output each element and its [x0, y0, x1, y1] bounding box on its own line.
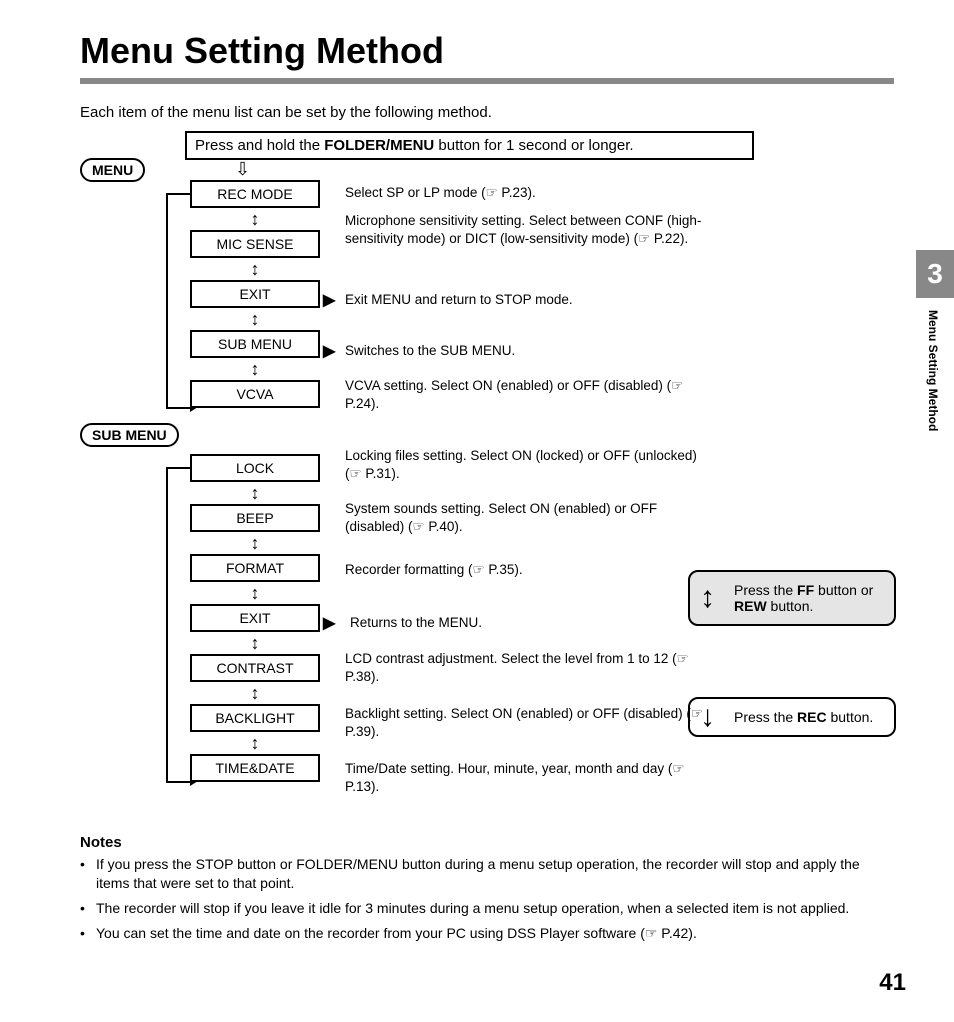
- step-suffix: button for 1 second or longer.: [434, 137, 633, 154]
- note-item: The recorder will stop if you leave it i…: [80, 899, 894, 918]
- section-number-tab: 3: [916, 250, 954, 298]
- right-arrow-icon: ▶: [323, 341, 335, 361]
- down-arrow-icon: ↓: [700, 700, 715, 734]
- menu-item-sub-menu: SUB MENU: [190, 330, 320, 358]
- step-bold: FOLDER/MENU: [324, 137, 434, 154]
- hint-rec-text: Press the REC button.: [734, 709, 873, 725]
- updown-arrow-icon: ↕: [700, 581, 715, 615]
- notes-heading: Notes: [80, 834, 894, 851]
- desc-mic-sense: Microphone sensitivity setting. Select b…: [345, 212, 705, 248]
- submenu-loop: [166, 467, 190, 783]
- menu-item-mic-sense: MIC SENSE: [190, 230, 320, 258]
- submenu-item-lock: LOCK: [190, 454, 320, 482]
- submenu-item-exit: EXIT: [190, 604, 320, 632]
- menu-label: MENU: [80, 158, 145, 182]
- intro-text: Each item of the menu list can be set by…: [80, 104, 894, 121]
- step-instruction: Press and hold the FOLDER/MENU button fo…: [185, 131, 754, 160]
- desc-backlight: Backlight setting. Select ON (enabled) o…: [345, 705, 705, 741]
- title-rule: [80, 78, 894, 84]
- submenu-item-timedate: TIME&DATE: [190, 754, 320, 782]
- menu-item-vcva: VCVA: [190, 380, 320, 408]
- updown-arrow-icon: ↕: [190, 210, 320, 228]
- menu-loop: [166, 193, 190, 409]
- desc-beep: System sounds setting. Select ON (enable…: [345, 500, 705, 536]
- note-item: You can set the time and date on the rec…: [80, 924, 894, 943]
- step-prefix: Press and hold the: [195, 137, 324, 154]
- updown-arrow-icon: ↕: [190, 634, 320, 652]
- updown-arrow-icon: ↕: [190, 310, 320, 328]
- desc-sub-menu: Switches to the SUB MENU.: [345, 342, 705, 360]
- page-number: 41: [879, 969, 906, 997]
- desc-format: Recorder formatting (☞ P.35).: [345, 561, 705, 579]
- updown-arrow-icon: ↕: [190, 260, 320, 278]
- desc-lock: Locking files setting. Select ON (locked…: [345, 447, 705, 483]
- submenu-item-beep: BEEP: [190, 504, 320, 532]
- updown-arrow-icon: ↕: [190, 360, 320, 378]
- right-arrow-icon: ▶: [323, 613, 335, 633]
- desc-rec-mode: Select SP or LP mode (☞ P.23).: [345, 184, 705, 202]
- updown-arrow-icon: ↕: [190, 584, 320, 602]
- menu-diagram: ⇩ MENU REC MODE ↕ MIC SENSE ↕ EXIT ↕ SUB…: [80, 164, 894, 824]
- hint-nav-text: Press the FF button or REW button.: [734, 582, 873, 614]
- desc-vcva: VCVA setting. Select ON (enabled) or OFF…: [345, 377, 705, 413]
- desc-exit: Exit MENU and return to STOP mode.: [345, 291, 705, 309]
- submenu-item-contrast: CONTRAST: [190, 654, 320, 682]
- submenu-item-backlight: BACKLIGHT: [190, 704, 320, 732]
- note-item: If you press the STOP button or FOLDER/M…: [80, 855, 894, 893]
- hint-ff-rew: ↕ Press the FF button or REW button.: [688, 570, 896, 626]
- submenu-label: SUB MENU: [80, 423, 179, 447]
- page-title: Menu Setting Method: [80, 30, 894, 72]
- menu-item-rec-mode: REC MODE: [190, 180, 320, 208]
- desc-exit2: Returns to the MENU.: [350, 614, 710, 632]
- updown-arrow-icon: ↕: [190, 484, 320, 502]
- desc-contrast: LCD contrast adjustment. Select the leve…: [345, 650, 705, 686]
- right-arrow-icon: ▶: [323, 290, 335, 310]
- updown-arrow-icon: ↕: [190, 684, 320, 702]
- down-arrow-icon: ⇩: [235, 162, 250, 176]
- notes-list: If you press the STOP button or FOLDER/M…: [80, 855, 894, 943]
- submenu-item-format: FORMAT: [190, 554, 320, 582]
- desc-timedate: Time/Date setting. Hour, minute, year, m…: [345, 760, 705, 796]
- hint-rec: ↓ Press the REC button.: [688, 697, 896, 737]
- updown-arrow-icon: ↕: [190, 534, 320, 552]
- updown-arrow-icon: ↕: [190, 734, 320, 752]
- menu-item-exit: EXIT: [190, 280, 320, 308]
- side-title: Menu Setting Method: [926, 310, 940, 431]
